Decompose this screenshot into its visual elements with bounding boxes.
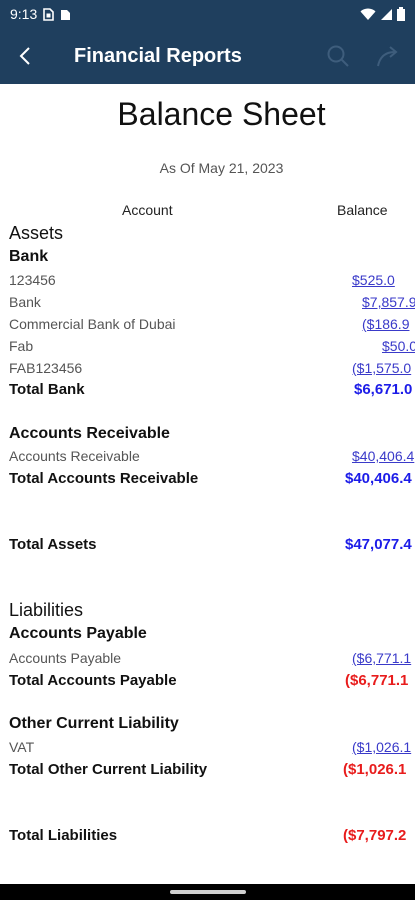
- home-gesture-handle[interactable]: [170, 890, 246, 894]
- app-title: Financial Reports: [74, 44, 242, 67]
- total-liabilities-label: Total Liabilities: [9, 827, 118, 844]
- section-heading-assets: Assets: [9, 223, 64, 243]
- account-row-label: FAB123456: [9, 360, 83, 376]
- status-bar: 9:13: [0, 0, 415, 28]
- total-liabilities-value: ($7,797.2: [343, 827, 407, 844]
- account-row-label: VAT: [9, 739, 35, 755]
- total-accounts-receivable-label: Total Accounts Receivable: [9, 470, 199, 487]
- signal-icon: [381, 8, 392, 20]
- search-icon[interactable]: [326, 44, 350, 68]
- account-row-value[interactable]: ($6,771.1: [352, 650, 411, 666]
- status-time: 9:13: [10, 6, 38, 22]
- account-row-value[interactable]: ($1,026.1: [352, 739, 411, 755]
- total-accounts-payable-label: Total Accounts Payable: [9, 672, 177, 689]
- total-assets-value: $47,077.4: [345, 536, 412, 553]
- report-content: Balance Sheet As Of May 21, 2023 Account…: [0, 84, 415, 884]
- account-row-value[interactable]: $40,406.4: [352, 448, 414, 464]
- account-row-label: Fab: [9, 338, 34, 354]
- sim-icon: [43, 7, 55, 21]
- app-bar: Financial Reports: [0, 28, 415, 84]
- subsection-heading-other-current-liability: Other Current Liability: [9, 715, 179, 732]
- account-row-value[interactable]: ($1,575.0: [352, 360, 411, 376]
- section-heading-liabilities: Liabilities: [9, 600, 84, 620]
- total-other-current-liability-value: ($1,026.1: [343, 761, 407, 778]
- account-row-label: Accounts Receivable: [9, 448, 140, 464]
- total-accounts-payable-value: ($6,771.1: [345, 672, 409, 689]
- total-bank-value: $6,671.0: [354, 381, 413, 398]
- total-assets-label: Total Assets: [9, 536, 97, 553]
- account-row-value[interactable]: $50.0: [382, 338, 415, 354]
- total-other-current-liability-label: Total Other Current Liability: [9, 761, 208, 778]
- share-icon[interactable]: [376, 44, 402, 68]
- notification-icon: [61, 9, 71, 20]
- account-row-value[interactable]: ($186.9: [362, 316, 409, 332]
- wifi-icon: [360, 8, 376, 20]
- subsection-heading-bank: Bank: [9, 248, 49, 265]
- report-title: Balance Sheet: [117, 96, 326, 132]
- total-accounts-receivable-value: $40,406.4: [345, 470, 412, 487]
- account-row-value[interactable]: $7,857.9: [362, 294, 415, 310]
- subsection-heading-accounts-payable: Accounts Payable: [9, 625, 147, 642]
- account-row-label: Bank: [9, 294, 41, 310]
- account-row-value[interactable]: $525.0: [352, 272, 395, 288]
- account-row-label: Accounts Payable: [9, 650, 122, 666]
- battery-icon: [397, 7, 405, 21]
- report-date: As Of May 21, 2023: [159, 160, 284, 176]
- back-arrow-icon[interactable]: [16, 46, 36, 66]
- navigation-bar: [0, 884, 415, 900]
- column-header-account: Account: [122, 202, 173, 218]
- account-row-label: Commercial Bank of Dubai: [9, 316, 176, 332]
- subsection-heading-accounts-receivable: Accounts Receivable: [9, 425, 170, 442]
- account-row-label: 123456: [9, 272, 56, 288]
- column-header-balance: Balance: [337, 202, 388, 218]
- total-bank-label: Total Bank: [9, 381, 85, 398]
